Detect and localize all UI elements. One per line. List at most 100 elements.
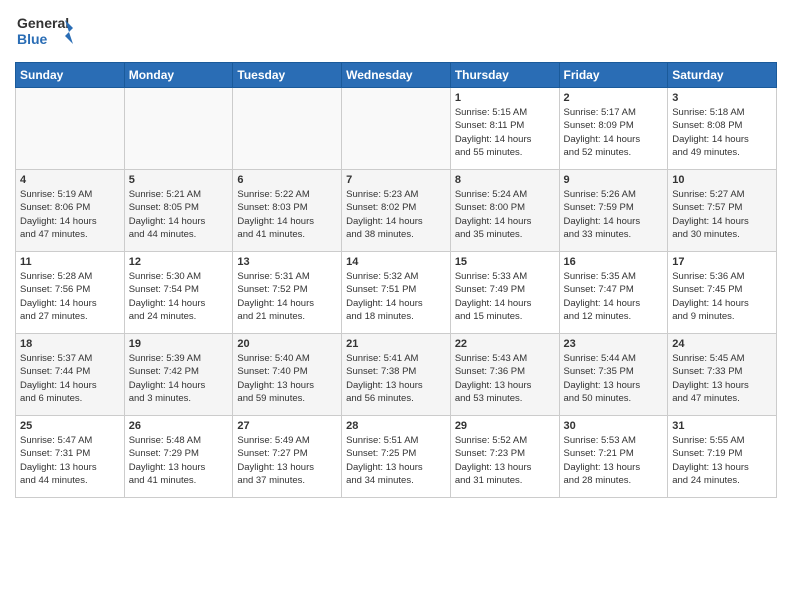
- calendar-cell: [342, 88, 451, 170]
- calendar-cell: 7Sunrise: 5:23 AM Sunset: 8:02 PM Daylig…: [342, 170, 451, 252]
- calendar-cell: 3 Sunrise: 5:18 AM Sunset: 8:08 PM Daylig…: [668, 88, 777, 170]
- day-info: Sunrise: 5:32 AM Sunset: 7:51 PM Dayligh…: [346, 270, 446, 323]
- day-info: Sunrise: 5:55 AM Sunset: 7:19 PM Dayligh…: [672, 434, 772, 487]
- calendar-cell: 23Sunrise: 5:44 AM Sunset: 7:35 PM Dayli…: [559, 334, 668, 416]
- day-info: Sunrise: 5:45 AM Sunset: 7:33 PM Dayligh…: [672, 352, 772, 405]
- calendar-cell: 13 Sunrise: 5:31 AM Sunset: 7:52 PM Dayli…: [233, 252, 342, 334]
- calendar-cell: 2 Sunrise: 5:17 AM Sunset: 8:09 PM Daylig…: [559, 88, 668, 170]
- day-number: 26: [129, 420, 229, 432]
- day-number: 24: [672, 338, 772, 350]
- calendar-cell: 31 Sunrise: 5:55 AM Sunset: 7:19 PM Dayli…: [668, 416, 777, 498]
- calendar-cell: 18Sunrise: 5:37 AM Sunset: 7:44 PM Dayli…: [16, 334, 125, 416]
- calendar-cell: 12Sunrise: 5:30 AM Sunset: 7:54 PM Dayli…: [124, 252, 233, 334]
- day-info: Sunrise: 5:31 AM Sunset: 7:52 PM Dayligh…: [237, 270, 337, 323]
- calendar-cell: 9Sunrise: 5:26 AM Sunset: 7:59 PM Daylig…: [559, 170, 668, 252]
- svg-text:Blue: Blue: [17, 31, 48, 47]
- day-info: Sunrise: 5:23 AM Sunset: 8:02 PM Dayligh…: [346, 188, 446, 241]
- calendar-cell: 27 Sunrise: 5:49 AM Sunset: 7:27 PM Dayli…: [233, 416, 342, 498]
- day-info: Sunrise: 5:18 AM Sunset: 8:08 PM Dayligh…: [672, 106, 772, 159]
- day-number: 12: [129, 256, 229, 268]
- calendar-cell: [233, 88, 342, 170]
- day-info: Sunrise: 5:52 AM Sunset: 7:23 PM Dayligh…: [455, 434, 555, 487]
- day-info: Sunrise: 5:48 AM Sunset: 7:29 PM Dayligh…: [129, 434, 229, 487]
- header-day-monday: Monday: [124, 63, 233, 88]
- day-number: 19: [129, 338, 229, 350]
- day-number: 21: [346, 338, 446, 350]
- header-day-thursday: Thursday: [450, 63, 559, 88]
- header-day-friday: Friday: [559, 63, 668, 88]
- day-number: 10: [672, 174, 772, 186]
- calendar-cell: 26 Sunrise: 5:48 AM Sunset: 7:29 PM Dayli…: [124, 416, 233, 498]
- day-number: 29: [455, 420, 555, 432]
- day-info: Sunrise: 5:39 AM Sunset: 7:42 PM Dayligh…: [129, 352, 229, 405]
- calendar-week-3: 11Sunrise: 5:28 AM Sunset: 7:56 PM Dayli…: [16, 252, 777, 334]
- day-number: 16: [564, 256, 664, 268]
- calendar-cell: 11Sunrise: 5:28 AM Sunset: 7:56 PM Dayli…: [16, 252, 125, 334]
- day-number: 5: [129, 174, 229, 186]
- calendar-body: 1Sunrise: 5:15 AM Sunset: 8:11 PM Daylig…: [16, 88, 777, 498]
- day-number: 22: [455, 338, 555, 350]
- page-container: GeneralBlue SundayMondayTuesdayWednesday…: [0, 0, 792, 503]
- day-number: 25: [20, 420, 120, 432]
- calendar-cell: [16, 88, 125, 170]
- day-number: 14: [346, 256, 446, 268]
- day-number: 28: [346, 420, 446, 432]
- day-number: 6: [237, 174, 337, 186]
- day-info: Sunrise: 5:47 AM Sunset: 7:31 PM Dayligh…: [20, 434, 120, 487]
- calendar-cell: 14 Sunrise: 5:32 AM Sunset: 7:51 PM Dayli…: [342, 252, 451, 334]
- day-info: Sunrise: 5:35 AM Sunset: 7:47 PM Dayligh…: [564, 270, 664, 323]
- day-info: Sunrise: 5:49 AM Sunset: 7:27 PM Dayligh…: [237, 434, 337, 487]
- calendar-cell: 29 Sunrise: 5:52 AM Sunset: 7:23 PM Dayli…: [450, 416, 559, 498]
- day-number: 18: [20, 338, 120, 350]
- header-day-sunday: Sunday: [16, 63, 125, 88]
- day-info: Sunrise: 5:24 AM Sunset: 8:00 PM Dayligh…: [455, 188, 555, 241]
- day-number: 1: [455, 92, 555, 104]
- day-info: Sunrise: 5:53 AM Sunset: 7:21 PM Dayligh…: [564, 434, 664, 487]
- day-info: Sunrise: 5:41 AM Sunset: 7:38 PM Dayligh…: [346, 352, 446, 405]
- calendar-cell: 22 Sunrise: 5:43 AM Sunset: 7:36 PM Dayli…: [450, 334, 559, 416]
- logo: GeneralBlue: [15, 10, 75, 54]
- header-day-saturday: Saturday: [668, 63, 777, 88]
- day-number: 13: [237, 256, 337, 268]
- day-info: Sunrise: 5:28 AM Sunset: 7:56 PM Dayligh…: [20, 270, 120, 323]
- day-info: Sunrise: 5:43 AM Sunset: 7:36 PM Dayligh…: [455, 352, 555, 405]
- day-number: 17: [672, 256, 772, 268]
- day-info: Sunrise: 5:22 AM Sunset: 8:03 PM Dayligh…: [237, 188, 337, 241]
- calendar-header: SundayMondayTuesdayWednesdayThursdayFrid…: [16, 63, 777, 88]
- calendar-cell: 20Sunrise: 5:40 AM Sunset: 7:40 PM Dayli…: [233, 334, 342, 416]
- calendar-cell: 17 Sunrise: 5:36 AM Sunset: 7:45 PM Dayli…: [668, 252, 777, 334]
- calendar-cell: 6 Sunrise: 5:22 AM Sunset: 8:03 PM Daylig…: [233, 170, 342, 252]
- day-info: Sunrise: 5:33 AM Sunset: 7:49 PM Dayligh…: [455, 270, 555, 323]
- calendar-cell: 25 Sunrise: 5:47 AM Sunset: 7:31 PM Dayli…: [16, 416, 125, 498]
- header-day-wednesday: Wednesday: [342, 63, 451, 88]
- calendar-table: SundayMondayTuesdayWednesdayThursdayFrid…: [15, 62, 777, 498]
- calendar-cell: [124, 88, 233, 170]
- calendar-cell: 21 Sunrise: 5:41 AM Sunset: 7:38 PM Dayli…: [342, 334, 451, 416]
- day-number: 27: [237, 420, 337, 432]
- day-number: 30: [564, 420, 664, 432]
- day-info: Sunrise: 5:27 AM Sunset: 7:57 PM Dayligh…: [672, 188, 772, 241]
- day-info: Sunrise: 5:44 AM Sunset: 7:35 PM Dayligh…: [564, 352, 664, 405]
- calendar-week-1: 1Sunrise: 5:15 AM Sunset: 8:11 PM Daylig…: [16, 88, 777, 170]
- calendar-cell: 8 Sunrise: 5:24 AM Sunset: 8:00 PM Daylig…: [450, 170, 559, 252]
- day-number: 8: [455, 174, 555, 186]
- day-info: Sunrise: 5:36 AM Sunset: 7:45 PM Dayligh…: [672, 270, 772, 323]
- calendar-cell: 24 Sunrise: 5:45 AM Sunset: 7:33 PM Dayli…: [668, 334, 777, 416]
- day-info: Sunrise: 5:51 AM Sunset: 7:25 PM Dayligh…: [346, 434, 446, 487]
- day-number: 31: [672, 420, 772, 432]
- day-number: 4: [20, 174, 120, 186]
- svg-text:General: General: [17, 15, 69, 31]
- calendar-cell: 19 Sunrise: 5:39 AM Sunset: 7:42 PM Dayli…: [124, 334, 233, 416]
- calendar-week-2: 4Sunrise: 5:19 AM Sunset: 8:06 PM Daylig…: [16, 170, 777, 252]
- day-number: 2: [564, 92, 664, 104]
- calendar-week-5: 25 Sunrise: 5:47 AM Sunset: 7:31 PM Dayli…: [16, 416, 777, 498]
- day-number: 9: [564, 174, 664, 186]
- day-info: Sunrise: 5:17 AM Sunset: 8:09 PM Dayligh…: [564, 106, 664, 159]
- calendar-cell: 28 Sunrise: 5:51 AM Sunset: 7:25 PM Dayli…: [342, 416, 451, 498]
- day-number: 3: [672, 92, 772, 104]
- calendar-cell: 10 Sunrise: 5:27 AM Sunset: 7:57 PM Dayli…: [668, 170, 777, 252]
- calendar-cell: 15Sunrise: 5:33 AM Sunset: 7:49 PM Dayli…: [450, 252, 559, 334]
- day-info: Sunrise: 5:21 AM Sunset: 8:05 PM Dayligh…: [129, 188, 229, 241]
- calendar-cell: 5 Sunrise: 5:21 AM Sunset: 8:05 PM Daylig…: [124, 170, 233, 252]
- calendar-week-4: 18Sunrise: 5:37 AM Sunset: 7:44 PM Dayli…: [16, 334, 777, 416]
